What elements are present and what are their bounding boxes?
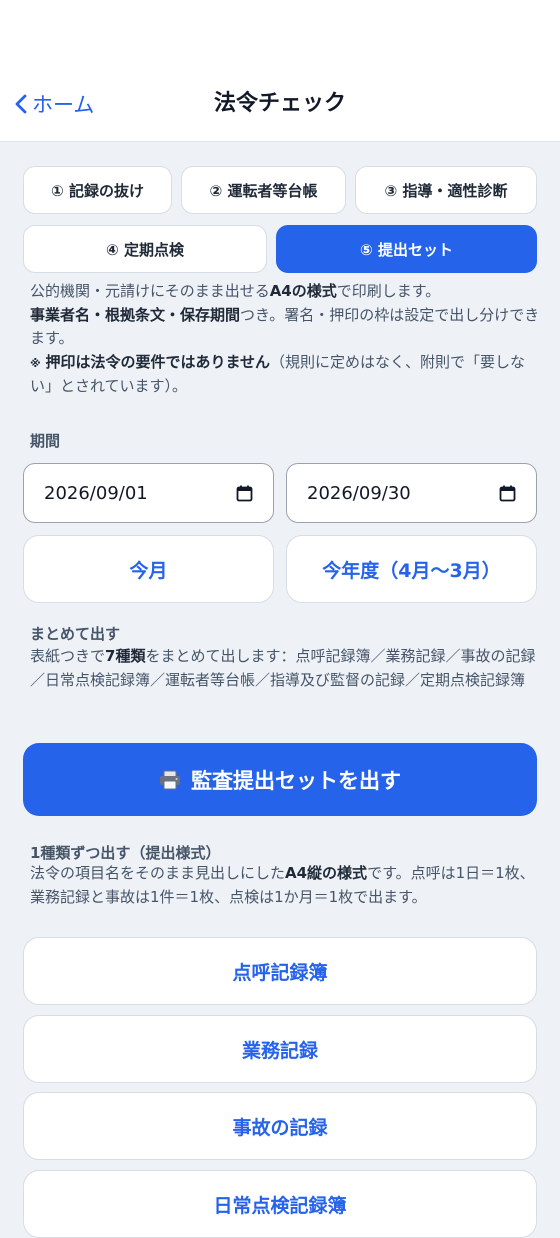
top-nav-bar: ホーム 法令チェック [0,0,560,142]
intro-emphasis: A4の様式 [269,282,337,300]
tab-periodic-inspection[interactable]: ④ 定期点検 [23,225,267,273]
tab-label: ④ 定期点検 [106,240,184,259]
start-date-input[interactable]: 2026/09/01 [23,463,274,523]
note-mark: ※ [30,356,41,370]
bulk-heading: まとめて出す [30,625,121,643]
button-label: 日常点検記録簿 [213,1194,347,1217]
period-label: 期間 [30,432,61,450]
form-accident-record-button[interactable]: 事故の記録 [23,1092,537,1160]
printer-icon [160,770,180,789]
audit-submission-set-button[interactable]: 監査提出セットを出す [23,743,537,816]
tab-guidance-aptitude[interactable]: ③ 指導・適性診断 [355,166,537,214]
this-fiscal-year-button[interactable]: 今年度（4月〜3月） [286,535,537,603]
tab-label: ② 運転者等台帳 [209,181,318,200]
single-emphasis: A4縦の様式 [285,864,368,882]
page-title: 法令チェック [213,91,346,116]
end-date-value: 2026/09/30 [307,482,411,504]
single-heading: 1種類ずつ出す（提出様式） [30,844,221,862]
single-description: 法令の項目名をそのまま見出しにしたA4縦の様式です。点呼は1日＝1枚、業務記録と… [30,862,540,909]
calendar-icon[interactable] [236,485,253,502]
button-label: 点呼記録簿 [232,961,328,984]
bulk-emphasis: 7種類 [105,647,146,665]
intro-emphasis: 事業者名・根拠条文・保存期間 [30,305,241,324]
single-text: 法令の項目名をそのまま見出しにした [30,864,286,882]
tab-label: ① 記録の抜け [51,181,144,200]
intro-text: 公的機関・元請けにそのまま出せる [30,282,270,300]
button-label: 監査提出セットを出す [191,768,401,793]
tab-label: ③ 指導・適性診断 [384,181,508,200]
form-daily-inspection-button[interactable]: 日常点検記録簿 [23,1170,537,1238]
start-date-value: 2026/09/01 [44,482,148,504]
tab-driver-ledger[interactable]: ② 運転者等台帳 [181,166,346,214]
end-date-input[interactable]: 2026/09/30 [286,463,537,523]
button-label: 今月 [129,559,168,582]
button-label: 今年度（4月〜3月） [322,559,501,582]
this-month-button[interactable]: 今月 [23,535,274,603]
button-label: 事故の記録 [232,1116,328,1139]
form-business-record-button[interactable]: 業務記録 [23,1015,537,1083]
form-roll-call-button[interactable]: 点呼記録簿 [23,937,537,1005]
tab-record-gaps[interactable]: ① 記録の抜け [23,166,172,214]
button-label: 業務記録 [241,1039,318,1062]
tab-label: ⑤ 提出セット [360,240,453,259]
bulk-text: 表紙つきで [30,647,106,665]
calendar-icon[interactable] [499,485,516,502]
intro-text: で印刷します。 [336,282,441,300]
intro-emphasis: 押印は法令の要件ではありません [45,352,271,371]
tab-submission-set[interactable]: ⑤ 提出セット [276,225,537,273]
intro-description: 公的機関・元請けにそのまま出せるA4の様式で印刷します。 事業者名・根拠条文・保… [30,280,540,399]
bulk-description: 表紙つきで7種類をまとめて出します：点呼記録簿／業務記録／事故の記録／日常点検記… [30,645,540,692]
